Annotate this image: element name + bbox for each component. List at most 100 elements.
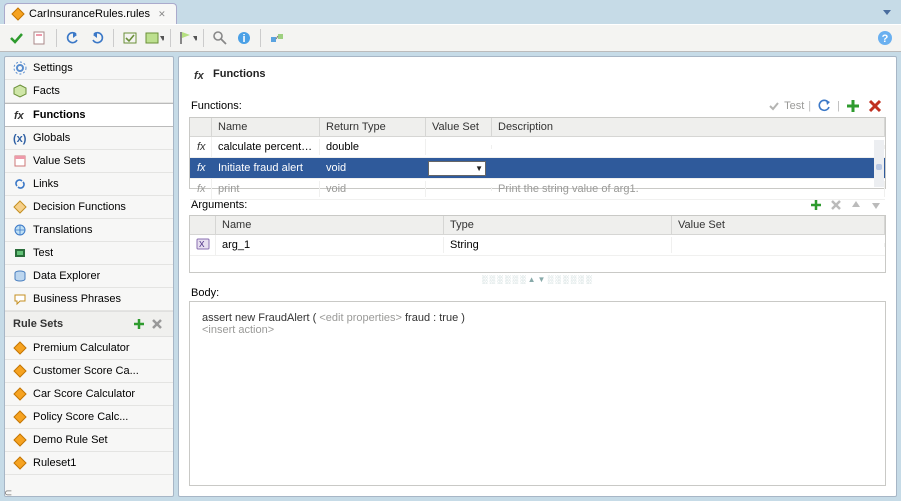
col-name[interactable]: Name [212, 118, 320, 136]
sidebar-item-data-explorer[interactable]: Data Explorer [5, 265, 173, 288]
sidebar-item-label: Test [33, 247, 53, 259]
svg-text:fx: fx [197, 162, 206, 173]
body-line-1[interactable]: assert new FraudAlert ( <edit properties… [202, 312, 873, 324]
ruleset-policy-score[interactable]: Policy Score Calc... [5, 406, 173, 429]
svg-text:x: x [199, 238, 205, 250]
sidebar-item-valuesets[interactable]: Value Sets [5, 150, 173, 173]
refresh-button[interactable] [815, 97, 833, 115]
functions-scrollbar[interactable] [874, 140, 884, 187]
sidebar-item-settings[interactable]: Settings [5, 57, 173, 80]
col-desc[interactable]: Description [492, 118, 885, 136]
fx-icon: fx [13, 108, 27, 122]
test-label: Test [784, 100, 804, 112]
svg-text:(x): (x) [13, 133, 27, 145]
ruleset-label: Demo Rule Set [33, 434, 108, 446]
sidebar-item-label: Business Phrases [33, 293, 121, 305]
functions-row[interactable]: fx calculate percent po... double [190, 137, 885, 158]
validate-button[interactable] [6, 28, 26, 48]
body-insert-action[interactable]: <insert action> [202, 324, 873, 336]
test-runner-button[interactable] [267, 28, 287, 48]
ruleset-demo[interactable]: Demo Rule Set [5, 429, 173, 452]
col-name[interactable]: Name [216, 216, 444, 234]
cell-valueset [426, 145, 492, 149]
fx-icon: fx [196, 139, 210, 153]
sidebar-item-label: Functions [33, 109, 86, 121]
sidebar-item-links[interactable]: Links [5, 173, 173, 196]
ruleset-label: Customer Score Ca... [33, 365, 139, 377]
ruleset-icon [13, 456, 27, 470]
verify-button[interactable] [120, 28, 140, 48]
cell-name: print [212, 181, 320, 197]
body-editor[interactable]: assert new FraudAlert ( <edit properties… [189, 301, 886, 486]
col-valueset[interactable]: Value Set [672, 216, 885, 234]
valuesets-icon [13, 154, 27, 168]
rulesets-header: Rule Sets [5, 311, 173, 337]
ruleset-ruleset1[interactable]: Ruleset1 [5, 452, 173, 475]
cell-desc [492, 166, 885, 170]
help-button[interactable]: ? [875, 28, 895, 48]
col-type[interactable]: Type [444, 216, 672, 234]
info-button[interactable]: i [234, 28, 254, 48]
cell-return: void [320, 160, 426, 176]
speech-icon [13, 292, 27, 306]
sidebar-item-label: Translations [33, 224, 93, 236]
arguments-row[interactable]: x arg_1 String [190, 235, 885, 256]
globe-icon [13, 223, 27, 237]
ruleset-premium-calculator[interactable]: Premium Calculator [5, 337, 173, 360]
sidebar-item-label: Decision Functions [33, 201, 126, 213]
collapse-handle-icon[interactable]: ⊂ [4, 488, 12, 499]
functions-row[interactable]: fx Initiate fraud alert void ▼ [190, 158, 885, 179]
globals-icon: (x) [13, 131, 27, 145]
cube-icon [13, 84, 27, 98]
col-valueset[interactable]: Value Set [426, 118, 492, 136]
close-icon[interactable]: ✕ [158, 9, 166, 20]
find-button[interactable] [210, 28, 230, 48]
ruleset-icon [13, 410, 27, 424]
functions-panel: Functions: Test | | Name Ret [189, 95, 886, 189]
cell-desc: Print the string value of arg1. [492, 181, 885, 197]
sidebar-item-facts[interactable]: Facts [5, 80, 173, 103]
valueset-dropdown[interactable]: ▼ [428, 161, 486, 176]
tabstrip-dropdown[interactable] [879, 4, 895, 20]
ruleset-label: Premium Calculator [33, 342, 130, 354]
functions-row[interactable]: fx print void Print the string value of … [190, 179, 885, 200]
main-heading: fx Functions [179, 57, 896, 91]
editor-tab-label: CarInsuranceRules.rules [29, 8, 150, 20]
sidebar-item-business-phrases[interactable]: Business Phrases [5, 288, 173, 311]
add-ruleset-button[interactable] [131, 316, 147, 332]
functions-grid: Name Return Type Value Set Description f… [189, 117, 886, 189]
flags-dropdown[interactable] [177, 28, 197, 48]
delete-function-button[interactable] [866, 97, 884, 115]
fx-icon: fx [196, 160, 210, 174]
sidebar-item-decision-functions[interactable]: Decision Functions [5, 196, 173, 219]
add-function-button[interactable] [844, 97, 862, 115]
delete-ruleset-button[interactable] [149, 316, 165, 332]
sidebar-item-label: Data Explorer [33, 270, 100, 282]
cell-name: arg_1 [216, 237, 444, 253]
decision-icon [13, 200, 27, 214]
undo-button[interactable] [63, 28, 83, 48]
sidebar-item-functions[interactable]: fx Functions [5, 103, 173, 127]
arguments-panel: Arguments: Name Type Value Set x [189, 195, 886, 273]
redo-button[interactable] [87, 28, 107, 48]
cell-name: Initiate fraud alert [212, 160, 320, 176]
col-return[interactable]: Return Type [320, 118, 426, 136]
cell-return: void [320, 181, 426, 197]
sidebar-item-label: Settings [33, 62, 73, 74]
sidebar-item-test[interactable]: Test [5, 242, 173, 265]
ruleset-label: Policy Score Calc... [33, 411, 128, 423]
svg-text:fx: fx [197, 183, 206, 194]
dictionary-settings-button[interactable] [30, 28, 50, 48]
sidebar-item-translations[interactable]: Translations [5, 219, 173, 242]
editor-toolbar: i ? [0, 24, 901, 52]
ruleset-label: Ruleset1 [33, 457, 76, 469]
cell-valueset [672, 243, 885, 247]
sidebar-item-globals[interactable]: (x) Globals [5, 127, 173, 150]
create-rule-dropdown[interactable] [144, 28, 164, 48]
ruleset-customer-score[interactable]: Customer Score Ca... [5, 360, 173, 383]
functions-panel-label: Functions: [191, 100, 242, 112]
splitter-handle[interactable]: ░░░░░░▲▼░░░░░░ [179, 275, 896, 283]
test-function-button[interactable]: Test [767, 99, 804, 113]
editor-tab-carinsurance[interactable]: CarInsuranceRules.rules ✕ [4, 3, 177, 24]
ruleset-car-score[interactable]: Car Score Calculator [5, 383, 173, 406]
